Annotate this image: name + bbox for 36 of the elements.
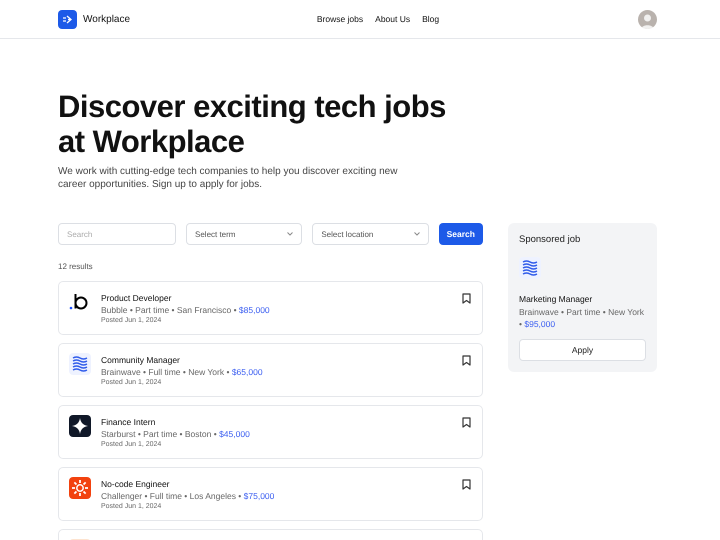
search-button[interactable]: Search [438,223,483,245]
job-details: Brainwave • Part time • New York • $95,000 [519,306,646,330]
sparkle-logo-icon [69,415,91,437]
bookmark-icon[interactable] [462,293,471,304]
bookmark-icon[interactable] [462,355,471,366]
bookmark-icon[interactable] [462,479,471,490]
search-field[interactable]: Search [58,223,176,245]
job-details: Brainwave • Full time • New York • [101,367,230,377]
job-details: Bubble • Part time • San Francisco • [101,305,237,315]
job-title: Finance Intern [101,417,156,427]
sponsored-heading: Sponsored job [519,234,582,245]
term-select[interactable]: Select term [186,223,302,245]
job-salary: $45,000 [219,429,250,439]
sunburst-logo-icon [69,477,91,499]
job-salary: $75,000 [244,491,274,501]
chevron-down-icon [287,232,294,236]
job-salary: $65,000 [232,367,263,377]
logo-icon[interactable] [58,10,77,28]
job-details: Starburst • Part time • Boston • [101,429,217,439]
results-count: 12 results [58,262,94,271]
page-heading: Discover exciting tech jobs at Workplace [58,89,447,159]
bookmark-icon[interactable] [462,417,471,428]
job-title: Marketing Manager [519,294,594,304]
apply-button[interactable]: Apply [519,339,646,361]
nav-link[interactable]: Blog [422,14,440,24]
job-details: Challenger • Full time • Los Angeles • [101,491,242,501]
job-title: Community Manager [101,355,181,365]
job-title: No-code Engineer [101,479,171,489]
brand-name: Workplace [83,14,130,24]
job-title: Product Developer [101,293,172,303]
location-select[interactable]: Select location [312,223,429,245]
nav-link[interactable]: Browse jobs [316,14,364,24]
nav-link[interactable]: About Us [375,14,410,24]
page-subtitle: We work with cutting-edge tech companies to help you discover exciting new career opportunities. Sign up to apply for jobs. [58,165,398,191]
chevron-down-icon [414,232,420,236]
job-salary: $85,000 [238,305,270,315]
